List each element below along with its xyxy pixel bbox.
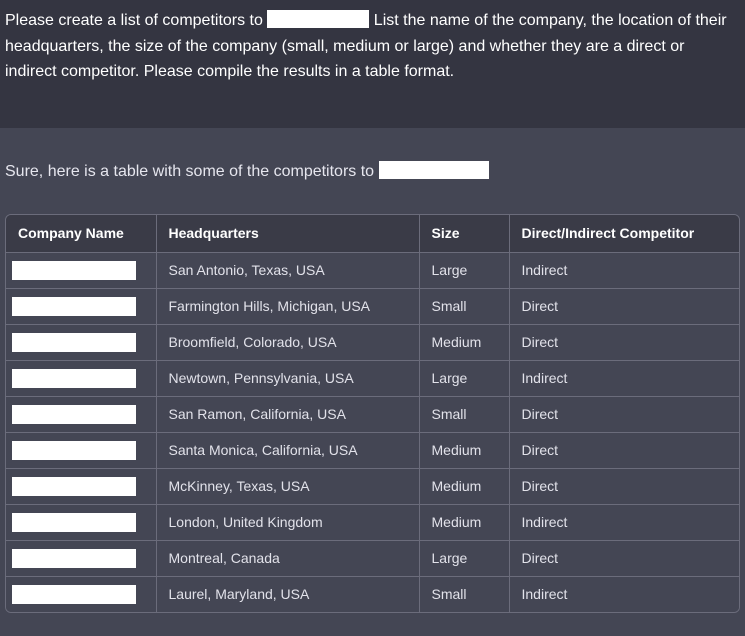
table-row: Santa Monica, California, USA Medium Direc…	[6, 432, 739, 469]
cell-company-name	[6, 576, 157, 612]
header-company-name: Company Name	[6, 215, 157, 253]
redacted-company-name	[12, 296, 136, 316]
cell-company-name	[6, 360, 157, 397]
cell-competitor-type: Direct	[509, 432, 739, 469]
cell-size: Small	[419, 396, 510, 433]
cell-size: Medium	[419, 432, 510, 469]
cell-competitor-type: Direct	[509, 396, 739, 433]
competitors-table-container: Company Name Headquarters Size Direct/In…	[5, 214, 740, 613]
redacted-company-name	[378, 161, 489, 179]
table-row: London, United Kingdom Medium Indirect	[6, 504, 739, 541]
table-row: Laurel, Maryland, USA Small Indirect	[6, 576, 739, 612]
cell-headquarters: McKinney, Texas, USA	[156, 468, 420, 505]
cell-size: Small	[419, 288, 510, 325]
cell-headquarters: San Ramon, California, USA	[156, 396, 420, 433]
table-header-row: Company Name Headquarters Size Direct/In…	[6, 215, 739, 253]
cell-headquarters: London, United Kingdom	[156, 504, 420, 541]
cell-headquarters: Farmington Hills, Michigan, USA	[156, 288, 420, 325]
table-body: San Antonio, Texas, USA Large Indirect Farm…	[6, 252, 739, 612]
table-row: San Antonio, Texas, USA Large Indirect	[6, 252, 739, 289]
cell-competitor-type: Indirect	[509, 576, 739, 612]
redacted-company-name	[12, 584, 136, 604]
table-row: McKinney, Texas, USA Medium Direct	[6, 468, 739, 505]
header-competitor-type: Direct/Indirect Competitor	[509, 215, 739, 253]
cell-headquarters: Newtown, Pennsylvania, USA	[156, 360, 420, 397]
cell-company-name	[6, 540, 157, 577]
table-row: Montreal, Canada Large Direct	[6, 540, 739, 577]
redacted-company-name	[12, 512, 136, 532]
cell-headquarters: Santa Monica, California, USA	[156, 432, 420, 469]
assistant-message: Sure, here is a table with some of the c…	[0, 128, 745, 636]
cell-company-name	[6, 432, 157, 469]
cell-competitor-type: Direct	[509, 540, 739, 577]
redacted-company-name	[12, 548, 136, 568]
cell-size: Large	[419, 540, 510, 577]
cell-size: Medium	[419, 504, 510, 541]
table-row: Broomfield, Colorado, USA Medium Direct	[6, 324, 739, 361]
cell-competitor-type: Indirect	[509, 252, 739, 289]
header-headquarters: Headquarters	[156, 215, 420, 253]
cell-size: Large	[419, 252, 510, 289]
cell-size: Medium	[419, 468, 510, 505]
cell-competitor-type: Indirect	[509, 504, 739, 541]
cell-headquarters: San Antonio, Texas, USA	[156, 252, 420, 289]
cell-competitor-type: Direct	[509, 468, 739, 505]
user-prompt-text-part1: Please create a list of competitors to	[5, 12, 268, 29]
cell-company-name	[6, 288, 157, 325]
cell-company-name	[6, 252, 157, 289]
table-row: Newtown, Pennsylvania, USA Large Indirect	[6, 360, 739, 397]
redacted-company-name	[267, 10, 370, 28]
assistant-reply-intro: Sure, here is a table with some of the c…	[5, 163, 379, 180]
redacted-company-name	[12, 476, 136, 496]
assistant-reply-text: Sure, here is a table with some of the c…	[5, 160, 737, 184]
cell-competitor-type: Direct	[509, 324, 739, 361]
cell-company-name	[6, 324, 157, 361]
cell-headquarters: Montreal, Canada	[156, 540, 420, 577]
cell-competitor-type: Direct	[509, 288, 739, 325]
cell-headquarters: Laurel, Maryland, USA	[156, 576, 420, 612]
redacted-company-name	[12, 440, 136, 460]
redacted-company-name	[12, 332, 136, 352]
cell-company-name	[6, 504, 157, 541]
cell-headquarters: Broomfield, Colorado, USA	[156, 324, 420, 361]
table-row: Farmington Hills, Michigan, USA Small Dire…	[6, 288, 739, 325]
cell-company-name	[6, 468, 157, 505]
cell-competitor-type: Indirect	[509, 360, 739, 397]
cell-size: Medium	[419, 324, 510, 361]
redacted-company-name	[12, 404, 136, 424]
redacted-company-name	[12, 368, 136, 388]
cell-size: Large	[419, 360, 510, 397]
header-size: Size	[419, 215, 510, 253]
cell-company-name	[6, 396, 157, 433]
table-row: San Ramon, California, USA Small Direct	[6, 396, 739, 433]
cell-size: Small	[419, 576, 510, 612]
competitors-table: Company Name Headquarters Size Direct/In…	[6, 215, 739, 612]
user-message: Please create a list of competitors to L…	[0, 0, 745, 128]
redacted-company-name	[12, 260, 136, 280]
